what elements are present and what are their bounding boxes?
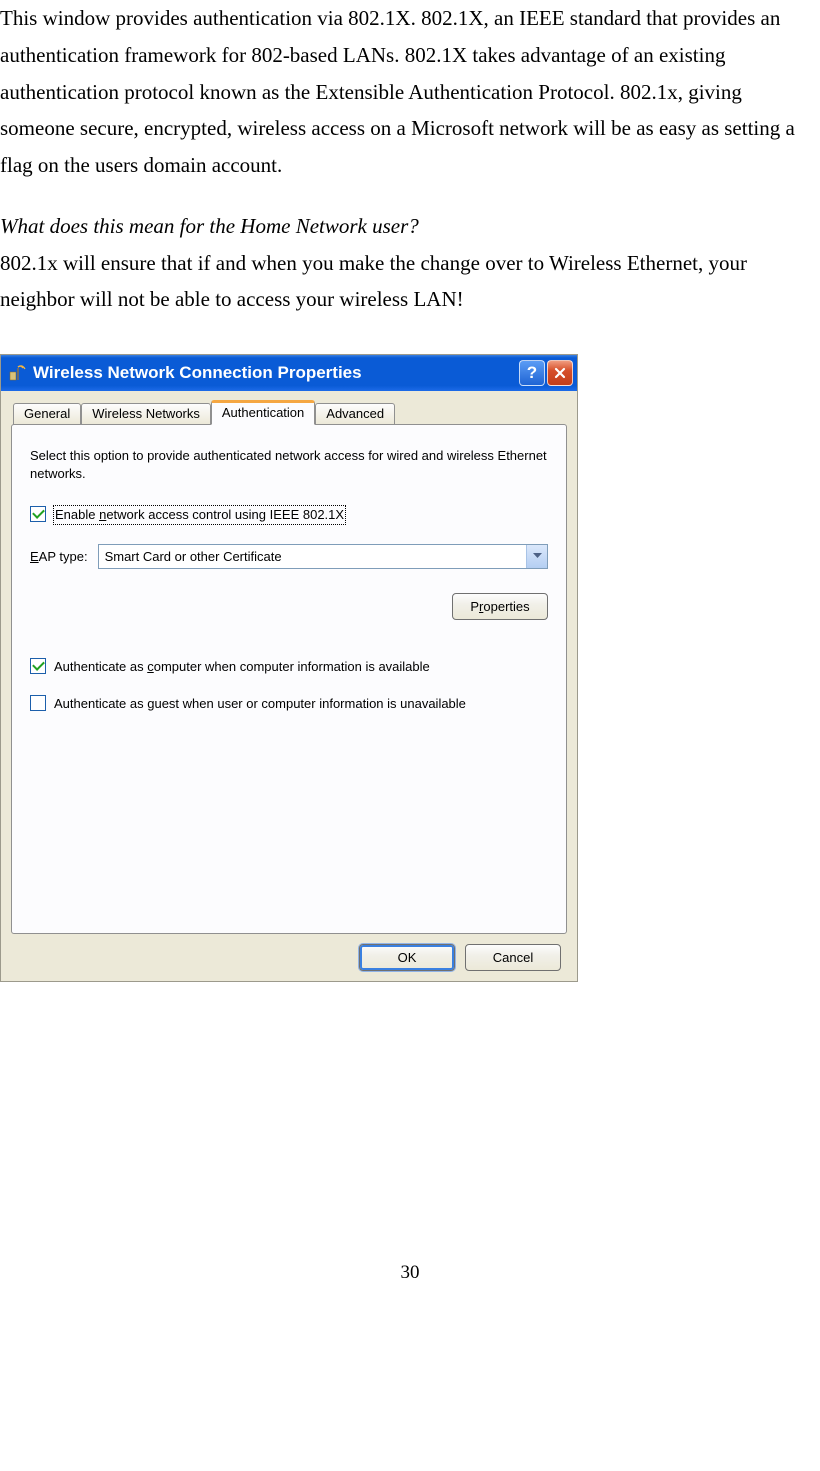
paragraph-answer: 802.1x will ensure that if and when you … [0,245,820,319]
eap-type-value: Smart Card or other Certificate [105,549,526,564]
page-number: 30 [0,1262,820,1284]
help-button[interactable]: ? [519,360,545,386]
checkbox-auth-computer[interactable] [30,658,46,674]
tab-advanced[interactable]: Advanced [315,403,395,425]
window-title: Wireless Network Connection Properties [33,363,517,383]
paragraph-intro: This window provides authentication via … [0,0,820,184]
checkbox-auth-guest[interactable] [30,695,46,711]
tab-authentication[interactable]: Authentication [211,400,315,425]
tab-panel-authentication: Select this option to provide authentica… [11,424,567,934]
close-button[interactable] [547,360,573,386]
checkbox-enable-8021x-label: Enable network access control using IEEE… [54,506,345,524]
checkbox-auth-guest-label: Authenticate as guest when user or compu… [54,695,466,713]
tab-general[interactable]: General [13,403,81,425]
tab-wireless-networks[interactable]: Wireless Networks [81,403,211,425]
tab-strip: General Wireless Networks Authentication… [11,399,567,425]
eap-type-label: EAP type: [30,549,88,564]
checkbox-auth-computer-label: Authenticate as computer when computer i… [54,658,430,676]
eap-type-dropdown[interactable]: Smart Card or other Certificate [98,544,548,569]
dialog-button-bar: OK Cancel [11,934,567,975]
dialog-window: Wireless Network Connection Properties ?… [0,354,578,982]
description-text: Select this option to provide authentica… [30,447,548,482]
cancel-button[interactable]: Cancel [465,944,561,971]
ok-button[interactable]: OK [359,944,455,971]
checkbox-enable-8021x[interactable] [30,506,46,522]
dropdown-arrow-icon [526,545,547,568]
heading-question: What does this mean for the Home Network… [0,208,820,245]
titlebar[interactable]: Wireless Network Connection Properties ? [1,355,577,391]
wireless-icon [7,363,27,383]
properties-button[interactable]: Properties [452,593,548,620]
